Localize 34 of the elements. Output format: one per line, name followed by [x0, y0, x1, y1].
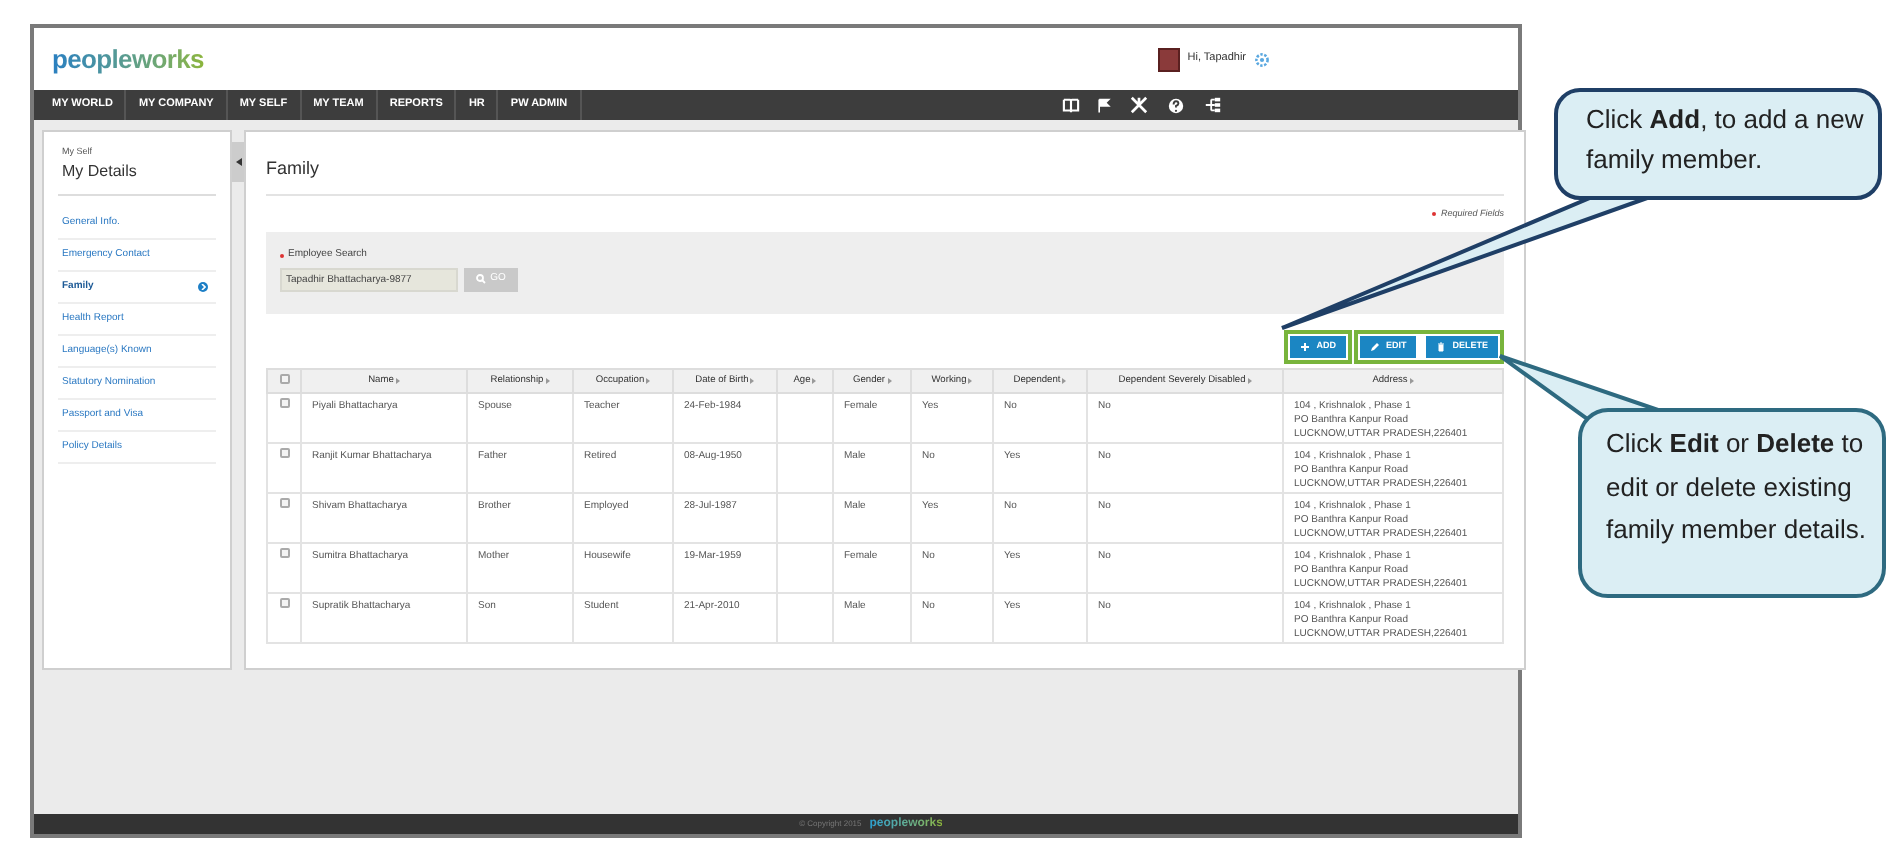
- callout-text: Click Add, to add a new family member.: [1586, 102, 1866, 178]
- tools-icon[interactable]: [1130, 96, 1148, 114]
- avatar-placeholder: [1157, 47, 1180, 71]
- sort-icon: [1409, 378, 1414, 385]
- plus-icon: [1300, 342, 1311, 353]
- required-marker: [280, 254, 284, 258]
- sort-icon: [812, 378, 817, 385]
- arrow-circle-icon: [198, 281, 208, 292]
- sort-icon: [1247, 378, 1252, 385]
- flag-icon[interactable]: [1096, 97, 1112, 113]
- sort-icon: [1062, 378, 1067, 385]
- checkbox[interactable]: [279, 448, 289, 459]
- help-icon[interactable]: [1168, 97, 1184, 113]
- book-icon[interactable]: [1062, 97, 1080, 113]
- sort-icon: [968, 378, 973, 385]
- sitemap-icon[interactable]: [1204, 96, 1222, 114]
- trash-icon: [1436, 342, 1447, 353]
- page-title: Family: [266, 156, 1504, 195]
- search-icon: [476, 274, 487, 285]
- checkbox[interactable]: [279, 373, 289, 383]
- collapse-handle[interactable]: [232, 142, 244, 182]
- checkbox[interactable]: [279, 398, 289, 409]
- required-marker: [1432, 211, 1437, 216]
- sort-icon: [750, 378, 755, 385]
- sort-icon: [646, 378, 651, 385]
- callout-text: Click Edit or Delete to edit or delete existing family member details.: [1606, 426, 1869, 548]
- checkbox[interactable]: [279, 498, 289, 509]
- checkbox[interactable]: [279, 598, 289, 609]
- pencil-icon: [1369, 342, 1380, 353]
- sort-icon: [545, 378, 550, 385]
- sidebar-title: My Details: [58, 159, 216, 196]
- settings-icon[interactable]: [1254, 51, 1270, 67]
- checkbox[interactable]: [279, 548, 289, 559]
- sort-icon: [395, 378, 400, 385]
